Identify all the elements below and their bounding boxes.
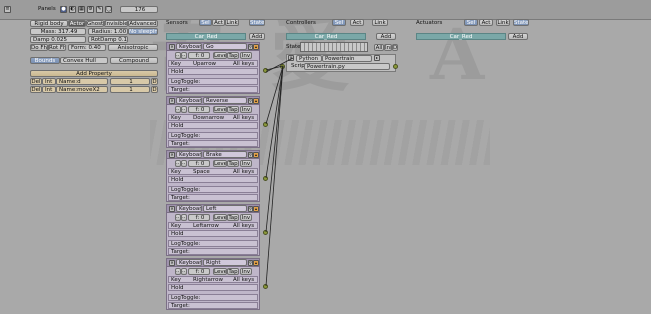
sensor-wire: [265, 65, 284, 233]
sensor-wire: [265, 65, 284, 179]
logic-connections: [265, 57, 294, 287]
sensor-wire: [265, 57, 294, 73]
sensor-wire: [265, 65, 284, 287]
